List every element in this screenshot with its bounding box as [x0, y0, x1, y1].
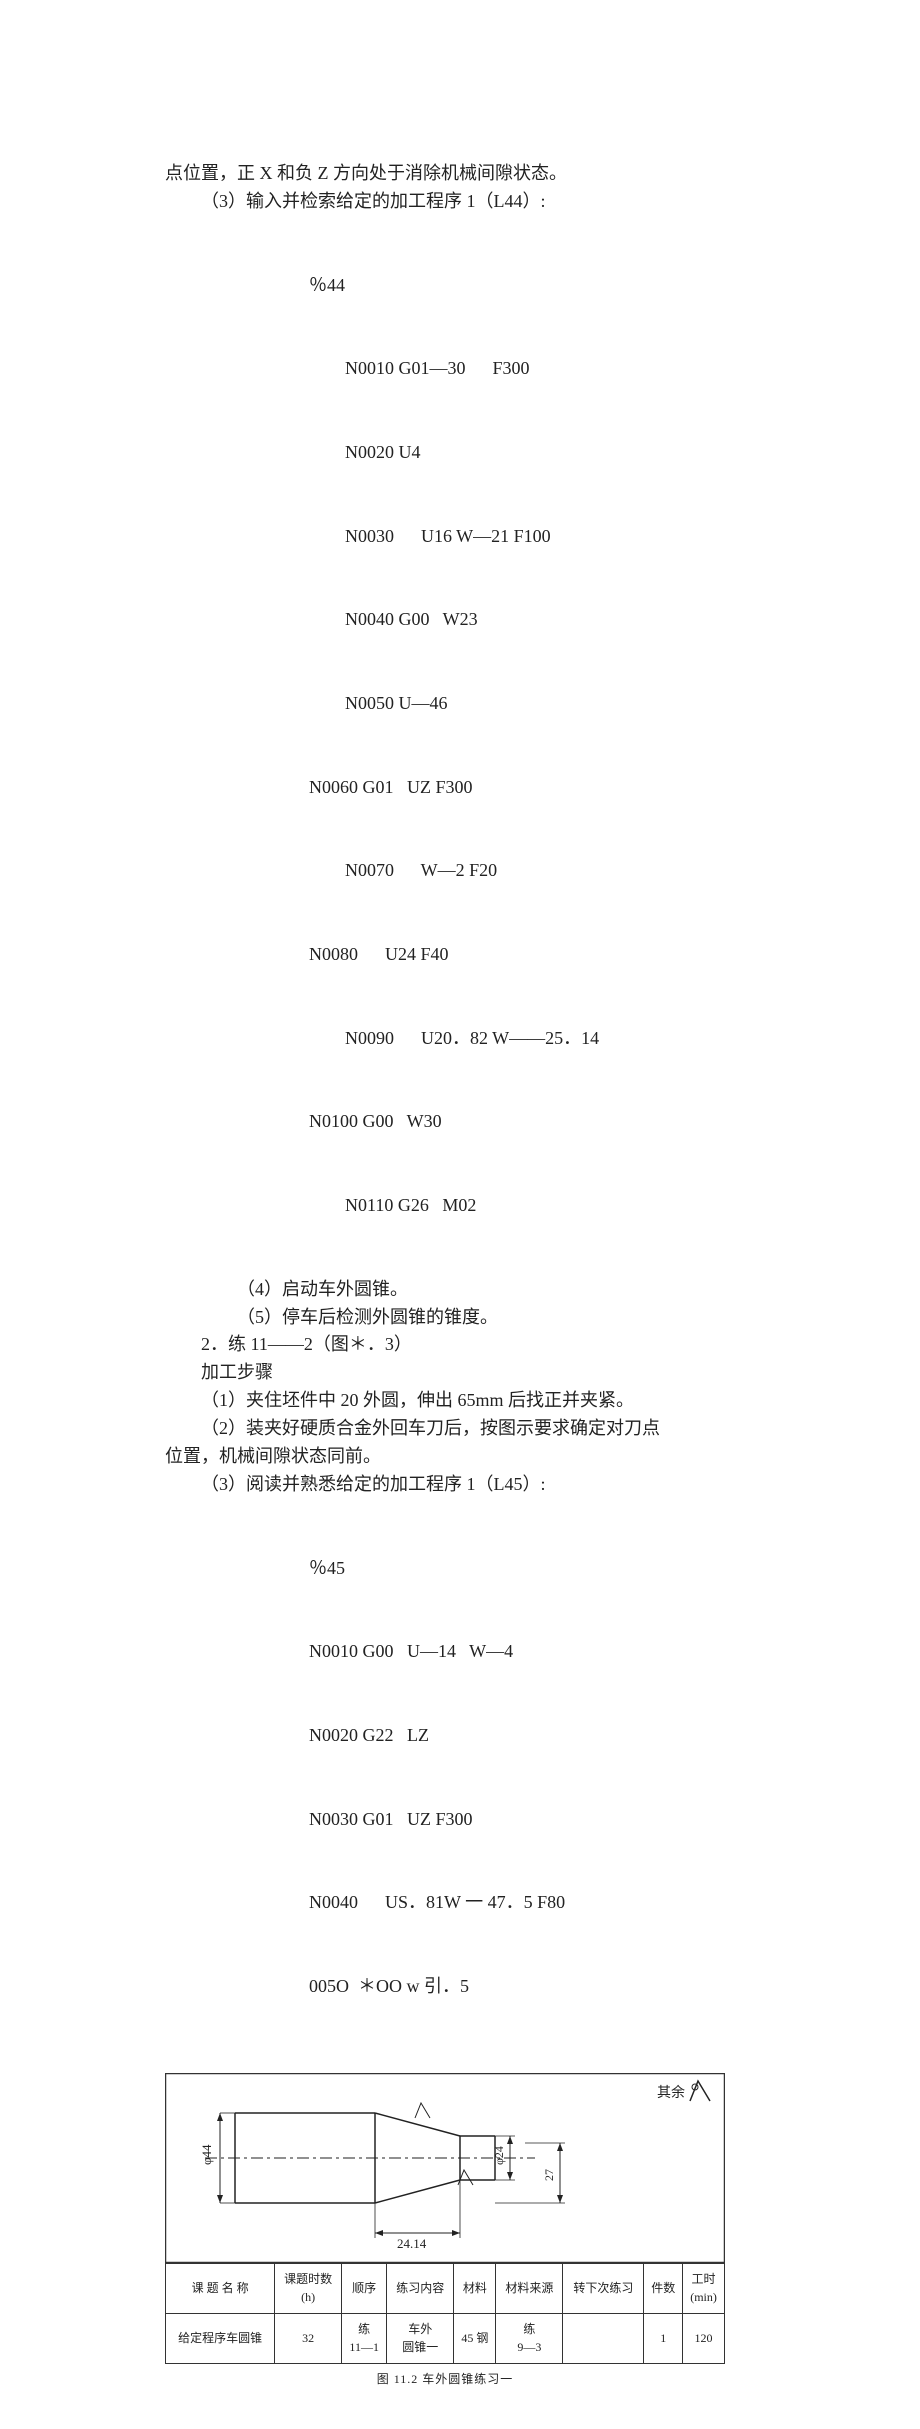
code-line: N0030 U16 W—21 F100: [309, 523, 810, 551]
text-line: （3）输入并检索给定的加工程序 1（L44）:: [165, 188, 810, 216]
label-rest: 其余: [657, 2084, 685, 2101]
th: 材料来源: [496, 2263, 563, 2313]
text-line: （1）夹住坯件中 20 外圆，伸出 65mm 后找正并夹紧。: [165, 1387, 810, 1415]
code-line: N0060 G01 UZ F300: [309, 774, 810, 802]
table-header-row: 课 题 名 称 课题时数(h) 顺序 练习内容 材料 材料来源 转下次练习 件数…: [166, 2263, 725, 2313]
code-line: N0030 G01 UZ F300: [309, 1806, 810, 1834]
th: 课 题 名 称: [166, 2263, 275, 2313]
td: 车外圆锥一: [387, 2313, 454, 2363]
label-phi24: φ24: [492, 2146, 506, 2165]
text-line: 2．练 11——2（图＊．3）: [165, 1331, 810, 1359]
text-line: 加工步骤: [165, 1359, 810, 1387]
td: 练11—1: [342, 2313, 387, 2363]
code-line: N0080 U24 F40: [309, 941, 810, 969]
code-block-45: ％45 N0010 G00 U—14 W—4 N0020 G22 LZ N003…: [309, 1499, 810, 2057]
code-line: N0090 U20．82 W——25．14: [309, 1025, 810, 1053]
th: 转下次练习: [563, 2263, 644, 2313]
td: 32: [275, 2313, 342, 2363]
figure-caption: 图 11.2 车外圆锥练习一: [165, 2370, 725, 2389]
code-line: N0010 G01—30 F300: [309, 355, 810, 383]
text-line: 位置，机械间隙状态同前。: [165, 1443, 810, 1471]
table-row: 给定程序车圆锥 32 练11—1 车外圆锥一 45 钢 练9—3 1 120: [166, 2313, 725, 2363]
code-line: N0100 G00 W30: [309, 1108, 810, 1136]
code-line: N0040 US．81W 一 47．5 F80: [309, 1889, 810, 1917]
surface-finish-icon: [690, 2081, 710, 2101]
label-27: 27: [542, 2169, 556, 2181]
th: 课题时数(h): [275, 2263, 342, 2313]
figure-11-2: 其余 φ44: [165, 2073, 725, 2389]
td: 1: [644, 2313, 683, 2363]
technical-drawing: 其余 φ44: [165, 2073, 725, 2263]
text-line: （3）阅读并熟悉给定的加工程序 1（L45）:: [165, 1471, 810, 1499]
code-block-44: ％44 N0010 G01—30 F300 N0020 U4 N0030 U16…: [309, 216, 810, 1276]
th: 件数: [644, 2263, 683, 2313]
code-line: ％44: [309, 272, 810, 300]
exercise-table: 课 题 名 称 课题时数(h) 顺序 练习内容 材料 材料来源 转下次练习 件数…: [165, 2263, 725, 2364]
td: [563, 2313, 644, 2363]
code-line: N0010 G00 U—14 W—4: [309, 1638, 810, 1666]
code-line: N0040 G00 W23: [309, 606, 810, 634]
code-line: ％45: [309, 1555, 810, 1583]
td: 给定程序车圆锥: [166, 2313, 275, 2363]
text-line: （4）启动车外圆锥。: [165, 1276, 810, 1304]
page-body: 点位置，正 X 和负 Z 方向处于消除机械间隙状态。 （3）输入并检索给定的加工…: [0, 0, 920, 2429]
label-24-14: 24.14: [397, 2236, 427, 2251]
td: 练9—3: [496, 2313, 563, 2363]
text-line: 点位置，正 X 和负 Z 方向处于消除机械间隙状态。: [165, 160, 810, 188]
code-line: N0020 G22 LZ: [309, 1722, 810, 1750]
th: 材料: [454, 2263, 496, 2313]
td: 45 钢: [454, 2313, 496, 2363]
th: 练习内容: [387, 2263, 454, 2313]
th: 工时(min): [683, 2263, 725, 2313]
label-phi44: φ44: [199, 2144, 214, 2165]
td: 120: [683, 2313, 725, 2363]
code-line: N0050 U—46: [309, 690, 810, 718]
code-line: 005O ＊OO w 引．5: [309, 1973, 810, 2001]
code-line: N0020 U4: [309, 439, 810, 467]
text-line: （2）装夹好硬质合金外回车刀后，按图示要求确定对刀点: [165, 1415, 810, 1443]
th: 顺序: [342, 2263, 387, 2313]
text-line: （5）停车后检测外圆锥的锥度。: [165, 1304, 810, 1332]
code-line: N0110 G26 M02: [309, 1192, 810, 1220]
code-line: N0070 W—2 F20: [309, 857, 810, 885]
